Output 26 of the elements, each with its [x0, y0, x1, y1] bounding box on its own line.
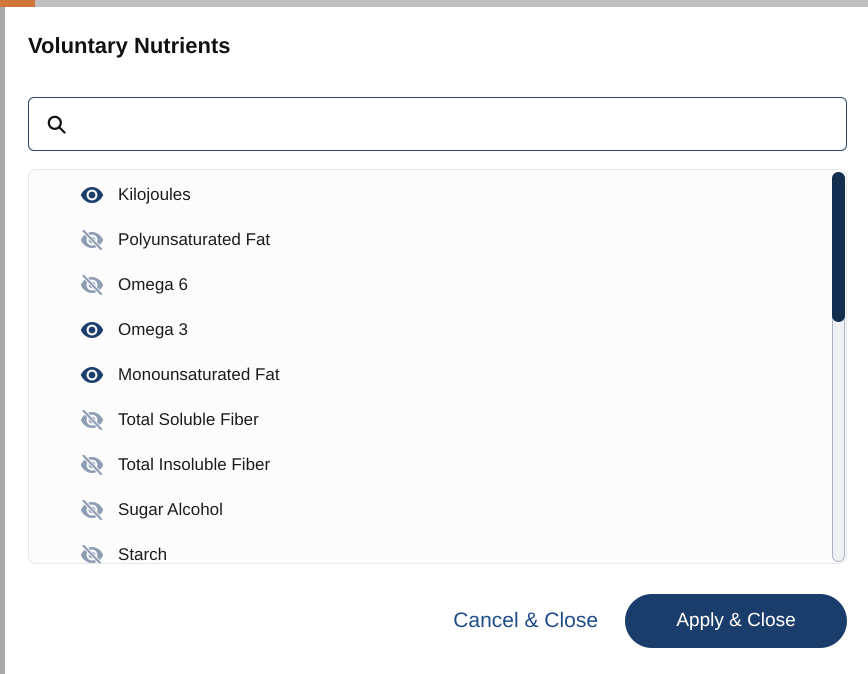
nutrient-label: Omega 6	[118, 274, 188, 294]
eye-slash-icon[interactable]	[80, 500, 104, 520]
eye-icon[interactable]	[80, 184, 104, 204]
nutrient-label: Kilojoules	[118, 184, 191, 204]
eye-slash-icon[interactable]	[80, 274, 104, 294]
nutrient-label: Sugar Alcohol	[118, 500, 223, 520]
apply-button[interactable]: Apply & Close	[625, 594, 847, 648]
eye-slash-icon[interactable]	[80, 454, 104, 474]
nutrient-label: Polyunsaturated Fat	[118, 230, 270, 250]
eye-icon[interactable]	[80, 320, 104, 340]
cancel-button[interactable]: Cancel & Close	[453, 608, 598, 634]
nutrient-label: Total Insoluble Fiber	[118, 454, 270, 474]
nutrient-label: Starch	[118, 544, 168, 563]
logo-icon	[0, 0, 35, 7]
search-icon	[47, 114, 66, 134]
scrollbar-thumb[interactable]	[832, 172, 845, 322]
eye-icon[interactable]	[80, 364, 104, 384]
dialog-title: Voluntary Nutrients	[28, 32, 231, 60]
nutrient-label: Total Soluble Fiber	[118, 410, 259, 430]
nutrient-label: Monounsaturated Fat	[118, 364, 280, 384]
eye-slash-icon[interactable]	[80, 230, 104, 250]
search-field[interactable]	[28, 97, 847, 151]
scrollbar-track[interactable]	[832, 172, 845, 562]
eye-slash-icon[interactable]	[80, 544, 104, 563]
nutrient-label: Omega 3	[118, 320, 188, 340]
eye-slash-icon[interactable]	[80, 410, 104, 430]
